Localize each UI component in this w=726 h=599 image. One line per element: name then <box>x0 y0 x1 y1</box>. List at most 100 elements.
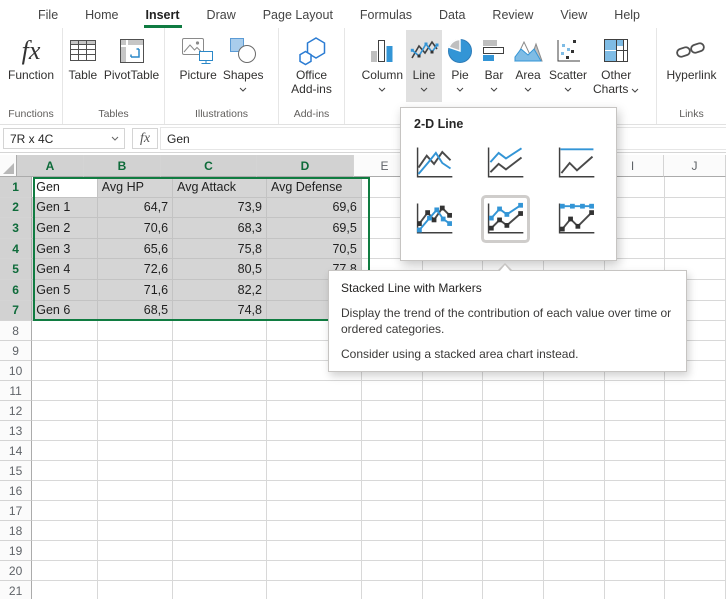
cell-A11[interactable] <box>32 381 98 401</box>
cell-B10[interactable] <box>98 361 173 381</box>
pivottable-button[interactable]: PivotTable <box>101 30 162 102</box>
cell-A19[interactable] <box>32 541 98 561</box>
cell-J20[interactable] <box>665 561 726 581</box>
column-header-A[interactable]: A <box>17 155 84 177</box>
cell-B13[interactable] <box>98 421 173 441</box>
cell-D21[interactable] <box>267 581 362 599</box>
shapes-button[interactable]: Shapes <box>220 30 267 102</box>
menu-item-stacked-line-markers-icon[interactable] <box>484 198 527 240</box>
cell-I11[interactable] <box>605 381 666 401</box>
cell-F20[interactable] <box>423 561 484 581</box>
cell-J16[interactable] <box>665 481 726 501</box>
cell-H12[interactable] <box>544 401 605 421</box>
cell-G19[interactable] <box>483 541 544 561</box>
cell-J18[interactable] <box>665 521 726 541</box>
cell-D17[interactable] <box>267 501 362 521</box>
cell-J19[interactable] <box>665 541 726 561</box>
cell-C13[interactable] <box>173 421 267 441</box>
cell-B14[interactable] <box>98 441 173 461</box>
cell-B7[interactable]: 68,5 <box>98 301 173 322</box>
cell-D4[interactable]: 70,5 <box>267 239 362 260</box>
cell-C4[interactable]: 75,8 <box>173 239 267 260</box>
insert-function-button[interactable]: fx <box>132 128 158 149</box>
tab-view[interactable]: View <box>558 3 589 28</box>
tab-insert[interactable]: Insert <box>144 3 182 28</box>
cell-F14[interactable] <box>423 441 484 461</box>
cell-B16[interactable] <box>98 481 173 501</box>
cell-D3[interactable]: 69,5 <box>267 218 362 239</box>
tab-formulas[interactable]: Formulas <box>358 3 414 28</box>
cell-I16[interactable] <box>605 481 666 501</box>
table-button[interactable]: Table <box>65 30 101 102</box>
bar-chart-button[interactable]: Bar <box>478 30 510 102</box>
tab-draw[interactable]: Draw <box>205 3 238 28</box>
tab-review[interactable]: Review <box>490 3 535 28</box>
cell-C5[interactable]: 80,5 <box>173 259 267 280</box>
cell-J2[interactable] <box>665 198 726 219</box>
cell-H17[interactable] <box>544 501 605 521</box>
cell-B9[interactable] <box>98 341 173 361</box>
cell-A14[interactable] <box>32 441 98 461</box>
cell-B20[interactable] <box>98 561 173 581</box>
cell-A5[interactable]: Gen 4 <box>32 259 98 280</box>
cell-D14[interactable] <box>267 441 362 461</box>
cell-C20[interactable] <box>173 561 267 581</box>
row-header-10[interactable]: 10 <box>0 361 32 381</box>
cell-A17[interactable] <box>32 501 98 521</box>
cell-E20[interactable] <box>362 561 423 581</box>
row-header-19[interactable]: 19 <box>0 541 32 561</box>
cell-J12[interactable] <box>665 401 726 421</box>
function-button[interactable]: fx Function <box>5 30 57 102</box>
pie-chart-button[interactable]: Pie <box>442 30 478 102</box>
cell-J3[interactable] <box>665 218 726 239</box>
cell-B2[interactable]: 64,7 <box>98 198 173 219</box>
cell-A2[interactable]: Gen 1 <box>32 198 98 219</box>
cell-J14[interactable] <box>665 441 726 461</box>
cell-C6[interactable]: 82,2 <box>173 280 267 301</box>
cell-G16[interactable] <box>483 481 544 501</box>
cell-G11[interactable] <box>483 381 544 401</box>
column-header-C[interactable]: C <box>161 155 257 177</box>
cell-I19[interactable] <box>605 541 666 561</box>
cell-H15[interactable] <box>544 461 605 481</box>
cell-G18[interactable] <box>483 521 544 541</box>
menu-item-stacked-line-100-icon[interactable] <box>555 142 598 184</box>
cell-D18[interactable] <box>267 521 362 541</box>
column-chart-button[interactable]: Column <box>359 30 406 102</box>
cell-J11[interactable] <box>665 381 726 401</box>
cell-A20[interactable] <box>32 561 98 581</box>
cell-C9[interactable] <box>173 341 267 361</box>
cell-E17[interactable] <box>362 501 423 521</box>
cell-F21[interactable] <box>423 581 484 599</box>
cell-F17[interactable] <box>423 501 484 521</box>
name-box[interactable]: 7R x 4C <box>3 128 125 149</box>
cell-F11[interactable] <box>423 381 484 401</box>
area-chart-button[interactable]: Area <box>510 30 546 102</box>
other-charts-button[interactable]: Other Charts <box>590 30 642 102</box>
cell-A6[interactable]: Gen 5 <box>32 280 98 301</box>
cell-F15[interactable] <box>423 461 484 481</box>
cell-C1[interactable]: Avg Attack <box>173 177 267 198</box>
cell-H18[interactable] <box>544 521 605 541</box>
cell-I21[interactable] <box>605 581 666 599</box>
cell-C2[interactable]: 73,9 <box>173 198 267 219</box>
row-header-12[interactable]: 12 <box>0 401 32 421</box>
menu-item-stacked-line-100-markers-icon[interactable] <box>555 198 598 240</box>
cell-A4[interactable]: Gen 3 <box>32 239 98 260</box>
cell-B6[interactable]: 71,6 <box>98 280 173 301</box>
row-header-16[interactable]: 16 <box>0 481 32 501</box>
cell-E18[interactable] <box>362 521 423 541</box>
cell-F13[interactable] <box>423 421 484 441</box>
select-all-corner[interactable] <box>0 155 17 177</box>
cell-G21[interactable] <box>483 581 544 599</box>
cell-H11[interactable] <box>544 381 605 401</box>
cell-I14[interactable] <box>605 441 666 461</box>
row-header-11[interactable]: 11 <box>0 381 32 401</box>
cell-A10[interactable] <box>32 361 98 381</box>
cell-H20[interactable] <box>544 561 605 581</box>
cell-A16[interactable] <box>32 481 98 501</box>
cell-B1[interactable]: Avg HP <box>98 177 173 198</box>
cell-E21[interactable] <box>362 581 423 599</box>
tab-page-layout[interactable]: Page Layout <box>261 3 335 28</box>
cell-A3[interactable]: Gen 2 <box>32 218 98 239</box>
